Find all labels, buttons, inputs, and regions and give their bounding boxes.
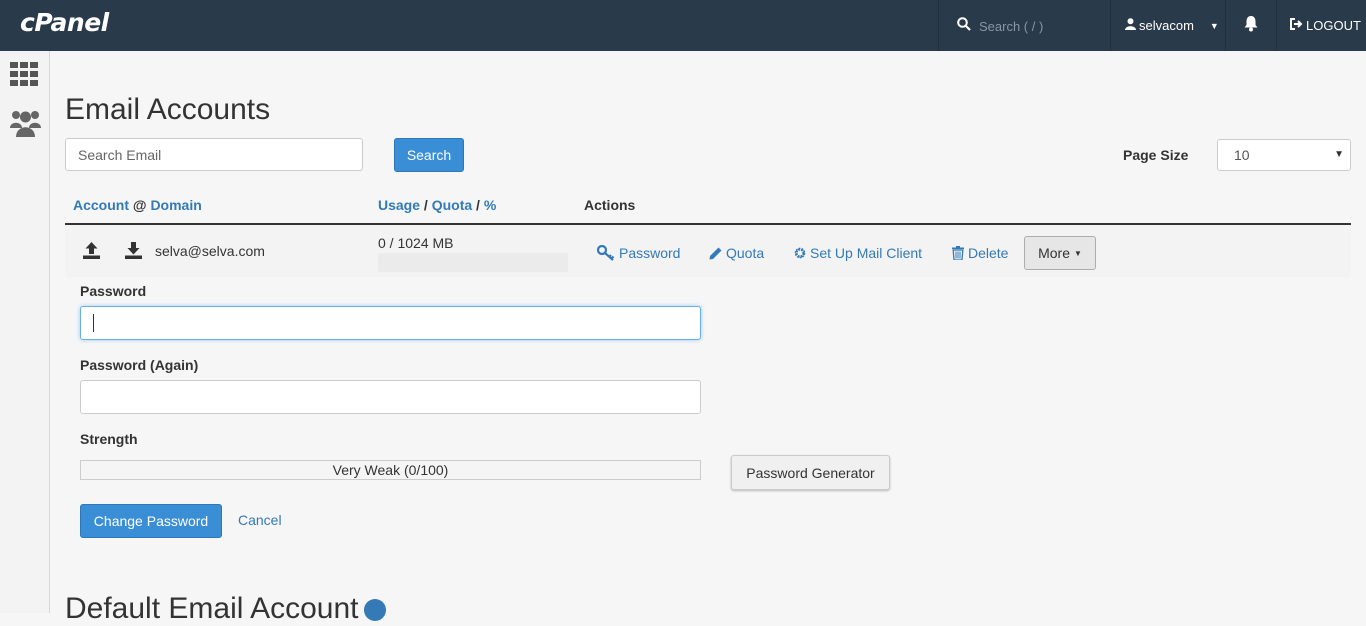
bell-icon — [1243, 15, 1259, 37]
page-size-label: Page Size — [1123, 147, 1189, 163]
password-action-label: Password — [619, 245, 681, 261]
usage-progress-bar — [378, 253, 568, 272]
column-usage-quota: Usage / Quota / % — [378, 197, 496, 213]
setup-mail-client-label: Set Up Mail Client — [810, 245, 923, 261]
password-strength-meter: Very Weak (0/100) — [80, 460, 701, 480]
setup-mail-client-link[interactable]: Set Up Mail Client — [794, 245, 922, 261]
notifications-button[interactable] — [1225, 0, 1276, 51]
page-title: Email Accounts — [65, 93, 271, 126]
page-size-value: 10 — [1234, 147, 1250, 163]
section-title-text: Default Email Account — [65, 592, 359, 625]
column-account-domain: Account @ Domain — [73, 197, 202, 213]
users-icon[interactable] — [10, 108, 41, 143]
column-actions: Actions — [584, 197, 636, 213]
user-icon — [1125, 18, 1136, 33]
sort-percent-link[interactable]: % — [484, 197, 496, 213]
text-cursor — [93, 314, 94, 332]
logout-button[interactable]: LOGOUT — [1276, 0, 1366, 51]
sort-account-link[interactable]: Account — [73, 197, 129, 213]
sort-usage-link[interactable]: Usage — [378, 197, 420, 213]
chevron-down-icon: ▼ — [1209, 20, 1219, 31]
download-icon[interactable] — [124, 241, 143, 265]
slash-separator: / — [476, 197, 480, 213]
delete-action-link[interactable]: Delete — [952, 245, 1008, 261]
slash-separator: / — [423, 197, 428, 213]
help-icon[interactable] — [364, 599, 387, 622]
search-email-input[interactable] — [65, 138, 363, 171]
default-email-account-heading: Default Email Account — [65, 592, 387, 626]
cancel-link[interactable]: Cancel — [238, 512, 282, 528]
delete-action-label: Delete — [968, 245, 1009, 261]
strength-label: Strength — [80, 431, 138, 447]
search-button[interactable]: Search — [394, 138, 464, 172]
top-navbar: cPanel selvacom ▼ LOGOUT — [0, 0, 1366, 51]
more-label: More — [1038, 245, 1070, 261]
at-separator: @ — [132, 197, 147, 213]
grid-icon[interactable] — [10, 62, 39, 91]
username: selvacom — [1139, 18, 1194, 33]
global-search-input[interactable] — [977, 14, 1103, 38]
global-search[interactable] — [938, 0, 1110, 51]
password-label: Password — [80, 283, 147, 299]
more-dropdown-button[interactable]: More ▼ — [1024, 236, 1096, 270]
upload-icon[interactable] — [82, 241, 101, 265]
password-field[interactable] — [80, 306, 701, 340]
sidebar — [0, 51, 50, 613]
quota-action-link[interactable]: Quota — [709, 245, 764, 261]
password-again-field[interactable] — [80, 380, 701, 414]
password-action-link[interactable]: Password — [597, 245, 680, 261]
account-email: selva@selva.com — [155, 243, 265, 259]
change-password-button[interactable]: Change Password — [80, 504, 222, 538]
logout-label: LOGOUT — [1306, 18, 1361, 33]
password-generator-button[interactable]: Password Generator — [731, 455, 890, 490]
chevron-down-icon: ▼ — [1334, 149, 1344, 160]
search-icon — [957, 17, 971, 36]
key-icon — [597, 245, 615, 261]
trash-icon — [952, 246, 964, 260]
pencil-icon — [709, 247, 722, 259]
quota-action-label: Quota — [726, 245, 765, 261]
password-again-label: Password (Again) — [80, 357, 199, 373]
chevron-down-icon: ▼ — [1073, 248, 1082, 258]
sort-quota-link[interactable]: Quota — [432, 197, 472, 213]
user-menu[interactable]: selvacom ▼ — [1110, 0, 1225, 51]
gear-icon — [794, 247, 806, 259]
cpanel-logo[interactable]: cPanel — [20, 8, 109, 37]
page-size-select[interactable]: 10 ▼ — [1217, 139, 1351, 171]
logout-icon — [1290, 18, 1306, 33]
sort-domain-link[interactable]: Domain — [150, 197, 201, 213]
usage-quota-text: 0 / 1024 MB — [378, 235, 454, 251]
